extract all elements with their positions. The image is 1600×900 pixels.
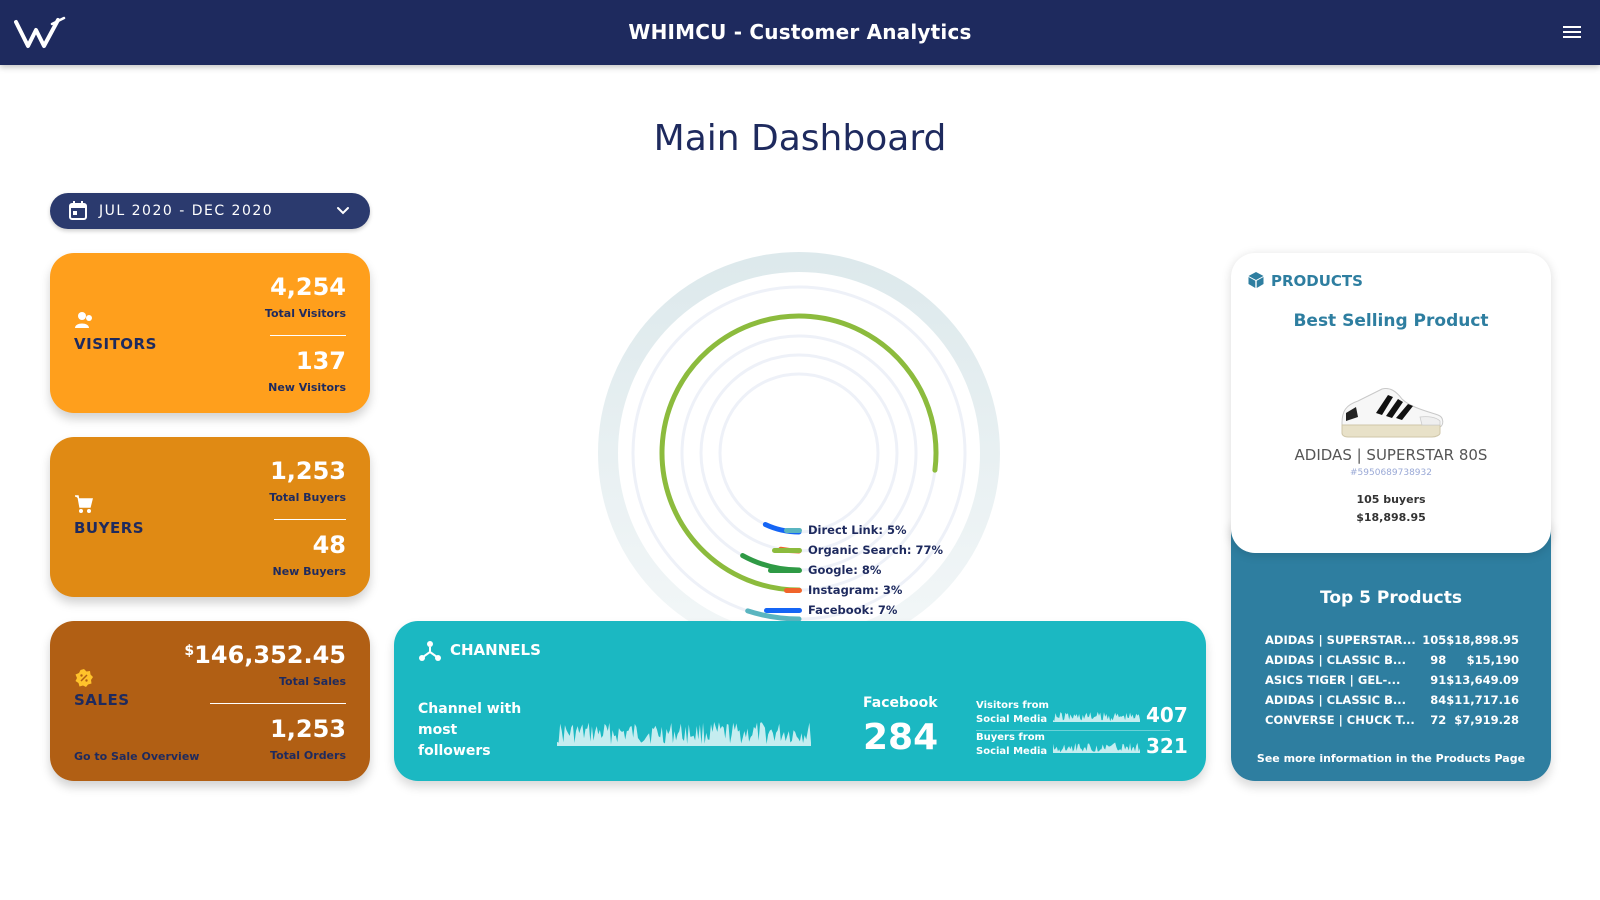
date-range-label: JUL 2020 - DEC 2020	[99, 203, 274, 219]
table-row[interactable]: ASICS TIGER | GEL-... 91 $13,649.09	[1265, 670, 1519, 690]
channels-title: CHANNELS	[450, 641, 541, 659]
product-count: 105	[1422, 633, 1447, 647]
legend-swatch	[764, 608, 802, 613]
product-sales: $18,898.95	[1446, 633, 1519, 647]
network-icon	[419, 641, 441, 661]
table-row[interactable]: CONVERSE | CHUCK T... 72 $7,919.28	[1265, 710, 1519, 730]
visitors-social-sparkline	[1053, 711, 1140, 722]
total-visitors-label: Total Visitors	[264, 307, 346, 320]
traffic-source-radial-chart	[598, 252, 1000, 654]
shopping-cart-icon	[75, 495, 93, 513]
top-navigation-bar: WHIMCU - Customer Analytics	[0, 0, 1600, 65]
product-sales: $7,919.28	[1454, 713, 1519, 727]
table-row[interactable]: ADIDAS | CLASSIC B... 98 $15,190	[1265, 650, 1519, 670]
total-buyers-value: 1,253	[270, 457, 346, 485]
legend-swatch	[784, 588, 802, 593]
top5-table: ADIDAS | SUPERSTAR... 105 $18,898.95 ADIDAS…	[1265, 630, 1519, 730]
channels-card: CHANNELS Channel with most followers Fac…	[394, 621, 1206, 781]
legend-swatch	[772, 548, 802, 553]
legend-swatch	[784, 528, 802, 533]
new-buyers-label: New Buyers	[272, 565, 346, 578]
top-products-panel: Top 5 Products ADIDAS | SUPERSTAR... 105 $…	[1231, 520, 1551, 781]
ring-track	[718, 372, 880, 534]
best-product-buyers: 105 buyers	[1356, 493, 1426, 506]
total-sales-label: Total Sales	[278, 675, 346, 688]
buyers-social-value: 321	[1146, 734, 1188, 758]
legend-label: Facebook: 7%	[808, 603, 898, 617]
legend-label: Google: 8%	[808, 563, 882, 577]
sales-card: SALES $146,352.45 Total Sales 1,253 Tota…	[50, 621, 370, 781]
page-title: Main Dashboard	[653, 118, 947, 159]
best-product-sku: #5950689738932	[1350, 468, 1432, 478]
legend-swatch	[768, 568, 802, 573]
legend-label: Organic Search: 77%	[808, 543, 944, 557]
product-name: ADIDAS | CLASSIC B...	[1265, 693, 1406, 707]
divider	[270, 335, 346, 336]
buyers-social-sparkline	[1053, 742, 1140, 753]
sale-overview-link[interactable]: Go to Sale Overview	[74, 750, 199, 763]
app-title: WHIMCU - Customer Analytics	[628, 20, 972, 44]
buyers-social-label: Buyers from Social Media	[976, 732, 1048, 757]
discount-badge-icon	[75, 669, 93, 687]
new-visitors-value: 137	[295, 347, 346, 375]
product-name: ASICS TIGER | GEL-...	[1265, 673, 1401, 687]
box-icon	[1248, 272, 1264, 288]
table-row[interactable]: ADIDAS | CLASSIC B... 84 $11,717.16	[1265, 690, 1519, 710]
buyers-card: BUYERS 1,253 Total Buyers 48 New Buyers	[50, 437, 370, 597]
buyers-label: BUYERS	[74, 519, 145, 537]
best-product-card: PRODUCTS Best Selling Product ADIDAS | S…	[1231, 253, 1551, 553]
hamburger-menu-icon[interactable]	[1560, 23, 1584, 43]
table-row[interactable]: ADIDAS | SUPERSTAR... 105 $18,898.95	[1265, 630, 1519, 650]
new-buyers-value: 48	[312, 531, 346, 559]
visitors-label: VISITORS	[74, 335, 157, 353]
chevron-down-icon	[337, 207, 349, 215]
total-buyers-label: Total Buyers	[269, 491, 346, 504]
sparkline-area	[1053, 742, 1140, 753]
top-channel-name: Facebook	[863, 695, 938, 711]
product-sales: $15,190	[1466, 653, 1519, 667]
products-title: PRODUCTS	[1271, 272, 1363, 290]
total-orders-value: 1,253	[270, 715, 346, 743]
outer-ring	[598, 252, 1000, 654]
total-visitors-value: 4,254	[270, 273, 346, 301]
product-count: 84	[1430, 693, 1447, 707]
top5-title: Top 5 Products	[1320, 588, 1462, 608]
date-range-picker[interactable]: JUL 2020 - DEC 2020	[50, 193, 370, 229]
most-followers-label: Channel with most followers	[418, 701, 522, 759]
total-sales-value: $146,352.45	[184, 641, 346, 669]
new-visitors-label: New Visitors	[268, 381, 346, 394]
divider	[274, 519, 346, 520]
best-product-name: ADIDAS | SUPERSTAR 80S	[1294, 446, 1488, 464]
visitors-card: VISITORS 4,254 Total Visitors 137 New Vi…	[50, 253, 370, 413]
product-name: ADIDAS | SUPERSTAR...	[1265, 633, 1416, 647]
product-name: CONVERSE | CHUCK T...	[1265, 713, 1415, 727]
sneaker-product-image	[1341, 388, 1444, 438]
product-sales: $11,717.16	[1446, 693, 1519, 707]
currency-symbol: $	[184, 643, 195, 659]
total-sales-amount: 146,352.45	[194, 641, 346, 669]
product-name: ADIDAS | CLASSIC B...	[1265, 653, 1406, 667]
product-count: 91	[1430, 673, 1447, 687]
divider	[210, 703, 346, 704]
best-product-sales: $18,898.95	[1356, 511, 1426, 524]
total-orders-label: Total Orders	[270, 749, 346, 762]
users-icon	[75, 312, 92, 328]
calendar-icon	[69, 201, 87, 220]
product-sales: $13,649.09	[1446, 673, 1519, 687]
visitors-social-value: 407	[1146, 703, 1188, 727]
legend-label: Instagram: 3%	[808, 583, 903, 597]
product-count: 72	[1430, 713, 1447, 727]
sparkline-area	[557, 722, 811, 746]
top-channel-value: 284	[863, 717, 939, 758]
sparkline-area	[1053, 711, 1140, 722]
visitors-social-label: Visitors from Social Media	[976, 700, 1049, 725]
sales-label: SALES	[74, 691, 130, 709]
best-selling-label: Best Selling Product	[1293, 311, 1489, 331]
followers-sparkline	[557, 722, 811, 746]
product-count: 98	[1430, 653, 1447, 667]
products-page-link[interactable]: See more information in the Products Pag…	[1231, 752, 1551, 765]
legend-label: Direct Link: 5%	[808, 523, 907, 537]
